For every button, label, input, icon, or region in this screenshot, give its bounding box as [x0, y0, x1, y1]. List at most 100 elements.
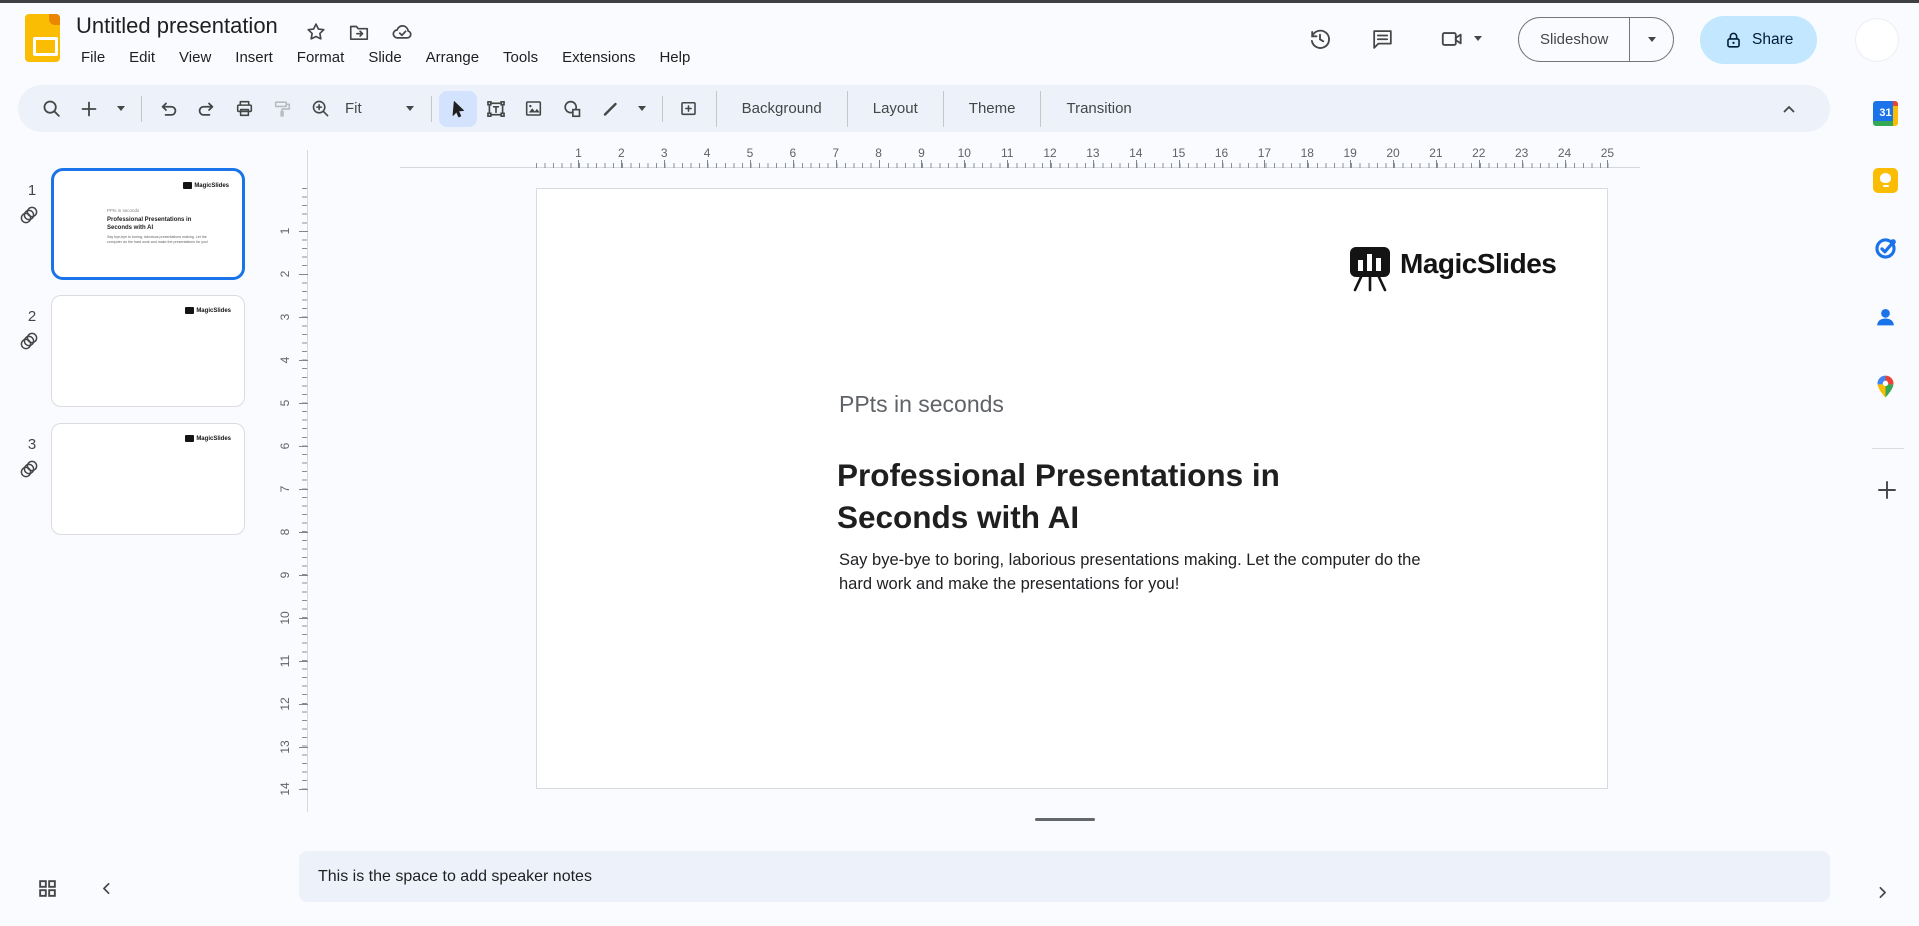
shape-tool-button[interactable] — [553, 91, 591, 127]
toolbar-separator — [431, 96, 432, 122]
collapse-filmstrip-button[interactable] — [92, 874, 120, 902]
ruler-number: 24 — [1543, 146, 1586, 168]
document-title[interactable]: Untitled presentation — [76, 13, 278, 39]
chevron-down-icon — [1648, 37, 1656, 42]
ruler-baseline — [307, 150, 308, 812]
select-tool-button[interactable] — [439, 91, 477, 127]
menu-item[interactable]: Extensions — [550, 44, 647, 71]
print-button[interactable] — [225, 91, 263, 127]
ruler-number: 15 — [1157, 146, 1200, 168]
toolbar-action-button[interactable]: Transition — [1040, 91, 1156, 127]
ruler-number: 12 — [1029, 146, 1072, 168]
textbox-tool-button[interactable] — [477, 91, 515, 127]
cloud-saved-icon[interactable] — [391, 20, 414, 43]
paint-format-button — [263, 91, 301, 127]
ruler-number: 17 — [1243, 146, 1286, 168]
thumbnail-title: Professional Presentations in Seconds wi… — [107, 217, 199, 232]
star-icon[interactable] — [305, 21, 327, 43]
vertical-ruler: 1234567891011121314 — [274, 210, 296, 811]
transition-indicator-icon — [18, 330, 40, 352]
menu-item[interactable]: Tools — [491, 44, 550, 71]
slide-title-text[interactable]: Professional Presentations in Seconds wi… — [837, 454, 1342, 538]
slide-kicker-text[interactable]: PPts in seconds — [839, 391, 1004, 418]
line-tool-dropdown[interactable] — [629, 91, 655, 127]
ruler-number: 14 — [274, 768, 296, 811]
ruler-number: 4 — [274, 339, 296, 382]
ruler-number: 5 — [729, 146, 772, 168]
thumbnail-brand-logo: MagicSlides — [185, 435, 231, 442]
comments-button[interactable] — [1368, 25, 1396, 53]
ruler-number: 13 — [1072, 146, 1115, 168]
notes-resize-handle[interactable] — [1035, 818, 1095, 821]
ruler-number: 19 — [1329, 146, 1372, 168]
add-apps-button[interactable] — [1874, 477, 1899, 502]
ruler-number: 10 — [274, 596, 296, 639]
ruler-number: 1 — [557, 146, 600, 168]
new-slide-dropdown[interactable] — [108, 91, 134, 127]
ruler-number: 2 — [600, 146, 643, 168]
redo-button[interactable] — [187, 91, 225, 127]
slide-thumbnail-3[interactable]: MagicSlides — [51, 423, 245, 535]
slide-number: 1 — [22, 182, 42, 199]
ruler-number: 12 — [274, 682, 296, 725]
menu-item[interactable]: Help — [647, 44, 702, 71]
slide-action-buttons: BackgroundLayoutThemeTransition — [716, 91, 1157, 127]
magicslides-logo[interactable]: MagicSlides — [1349, 247, 1556, 292]
menu-item[interactable]: Edit — [117, 44, 167, 71]
side-panel-expand-button[interactable] — [1868, 878, 1896, 906]
ruler-number: 8 — [857, 146, 900, 168]
ruler-number: 11 — [274, 639, 296, 682]
version-history-button[interactable] — [1306, 25, 1334, 53]
tasks-app-button[interactable] — [1873, 236, 1898, 261]
slide-number: 3 — [22, 436, 42, 453]
toolbar-action-button[interactable]: Background — [716, 91, 847, 127]
meet-camera-icon[interactable] — [1438, 25, 1466, 53]
toolbar-separator — [662, 96, 663, 122]
toolbar-action-button[interactable]: Layout — [847, 91, 943, 127]
slide-canvas[interactable]: MagicSlides PPts in seconds Professional… — [536, 188, 1608, 789]
toolbar-action-button[interactable]: Theme — [943, 91, 1041, 127]
ruler-number: 20 — [1372, 146, 1415, 168]
image-tool-button[interactable] — [515, 91, 553, 127]
ruler-number: 13 — [274, 725, 296, 768]
ruler-number: 10 — [943, 146, 986, 168]
slide-thumbnail-2[interactable]: MagicSlides — [51, 295, 245, 407]
menu-item[interactable]: Slide — [356, 44, 413, 71]
menu-item[interactable]: Insert — [223, 44, 285, 71]
line-tool-button[interactable] — [591, 91, 629, 127]
slideshow-button[interactable]: Slideshow — [1519, 18, 1629, 61]
grid-view-button[interactable] — [32, 873, 62, 903]
calendar-app-button[interactable]: 31 — [1873, 101, 1898, 126]
new-slide-button[interactable] — [70, 91, 108, 127]
speaker-notes-input[interactable]: This is the space to add speaker notes — [299, 851, 1830, 902]
slide-body-text[interactable]: Say bye-bye to boring, laborious present… — [839, 549, 1431, 596]
slideshow-dropdown-button[interactable] — [1629, 18, 1673, 61]
keep-app-button[interactable] — [1873, 168, 1898, 193]
toolbar-separator — [141, 96, 142, 122]
ruler-number: 9 — [274, 553, 296, 596]
undo-button[interactable] — [149, 91, 187, 127]
contacts-app-button[interactable] — [1873, 305, 1898, 330]
rail-divider — [1872, 448, 1904, 449]
account-avatar[interactable] — [1856, 19, 1898, 61]
ruler-number: 2 — [274, 253, 296, 296]
menu-item[interactable]: File — [69, 44, 117, 71]
ruler-number: 11 — [986, 146, 1029, 168]
menu-item[interactable]: Arrange — [414, 44, 491, 71]
toolbar-collapse-button[interactable] — [1770, 91, 1808, 127]
maps-app-button[interactable] — [1873, 374, 1898, 399]
horizontal-ruler: 1234567891011121314151617181920212223242… — [557, 146, 1629, 168]
zoom-button[interactable] — [301, 91, 339, 127]
search-menus-button[interactable] — [32, 91, 70, 127]
menu-item[interactable]: Format — [285, 44, 357, 71]
menu-item[interactable]: View — [167, 44, 223, 71]
slides-app-logo[interactable] — [25, 14, 60, 62]
meet-dropdown-caret[interactable] — [1474, 36, 1482, 41]
insert-placeholder-button[interactable] — [670, 91, 708, 127]
move-folder-icon[interactable] — [348, 21, 370, 43]
ruler-number: 1 — [274, 210, 296, 253]
ruler-number: 7 — [274, 468, 296, 511]
share-button[interactable]: Share — [1700, 16, 1817, 64]
slide-thumbnail-1[interactable]: MagicSlides PPts in seconds Professional… — [51, 168, 245, 280]
zoom-select[interactable]: Fit — [339, 91, 424, 127]
